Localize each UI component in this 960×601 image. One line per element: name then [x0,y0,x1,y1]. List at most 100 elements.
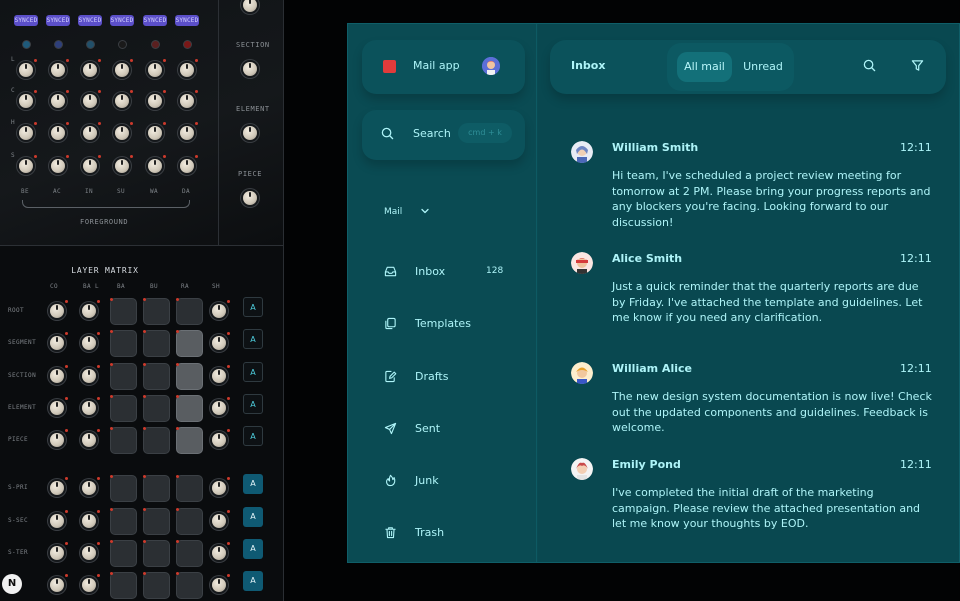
synced-toggle[interactable]: SYNCED [46,15,70,26]
knob[interactable] [212,304,226,318]
layer-assign-button[interactable]: A [243,329,263,349]
knob[interactable] [243,62,257,76]
matrix-pad[interactable] [176,395,203,422]
matrix-pad[interactable] [143,540,170,567]
matrix-pad[interactable] [143,508,170,535]
matrix-pad[interactable] [143,395,170,422]
knob[interactable] [212,336,226,350]
search-box[interactable]: Search cmd + k [362,110,525,160]
knob[interactable] [51,63,65,77]
layer-assign-button[interactable]: A [243,297,263,317]
knob[interactable] [82,369,96,383]
user-avatar[interactable] [482,57,500,75]
sidebar-item-junk[interactable]: Junk [348,466,537,496]
knob[interactable] [148,159,162,173]
matrix-pad[interactable] [143,298,170,325]
matrix-pad[interactable] [143,330,170,357]
knob[interactable] [83,159,97,173]
matrix-pad[interactable] [143,363,170,390]
matrix-pad[interactable] [176,298,203,325]
filter-icon[interactable] [911,59,924,72]
message-item[interactable]: William Smith 12:11 Hi team, I've schedu… [538,141,959,246]
knob[interactable] [180,159,194,173]
knob[interactable] [50,546,64,560]
knob[interactable] [50,481,64,495]
knob[interactable] [243,0,257,12]
matrix-pad[interactable] [110,540,137,567]
knob[interactable] [243,191,257,205]
matrix-pad[interactable] [176,508,203,535]
matrix-pad[interactable] [110,330,137,357]
knob[interactable] [83,94,97,108]
matrix-pad[interactable] [110,572,137,599]
matrix-pad[interactable] [176,540,203,567]
knob[interactable] [19,126,33,140]
knob[interactable] [82,304,96,318]
message-item[interactable]: Emily Pond 12:11 I've completed the init… [538,458,959,562]
knob[interactable] [115,159,129,173]
knob[interactable] [83,63,97,77]
knob[interactable] [50,304,64,318]
knob[interactable] [212,578,226,592]
knob[interactable] [82,546,96,560]
knob[interactable] [83,126,97,140]
matrix-pad[interactable] [110,508,137,535]
tab-unread[interactable]: Unread [740,52,786,82]
sidebar-item-inbox[interactable]: Inbox 128 [348,257,537,287]
knob[interactable] [82,401,96,415]
knob[interactable] [212,401,226,415]
knob[interactable] [51,94,65,108]
app-badge[interactable]: N [2,574,22,594]
matrix-pad[interactable] [110,363,137,390]
knob[interactable] [19,159,33,173]
knob[interactable] [51,126,65,140]
knob[interactable] [19,63,33,77]
chevron-down-icon[interactable] [420,206,430,216]
knob[interactable] [19,94,33,108]
knob[interactable] [212,481,226,495]
matrix-pad[interactable] [176,475,203,502]
synced-toggle[interactable]: SYNCED [110,15,134,26]
account-selector[interactable]: Mail [384,207,402,217]
sidebar-item-sent[interactable]: Sent [348,414,537,444]
matrix-pad[interactable] [176,330,203,357]
synced-toggle[interactable]: SYNCED [143,15,167,26]
knob[interactable] [148,126,162,140]
knob[interactable] [212,514,226,528]
knob[interactable] [212,369,226,383]
knob[interactable] [180,94,194,108]
knob[interactable] [82,481,96,495]
matrix-pad[interactable] [110,475,137,502]
knob[interactable] [50,514,64,528]
matrix-pad[interactable] [176,427,203,454]
sidebar-item-templates[interactable]: Templates [348,309,537,339]
layer-assign-button[interactable]: A [243,474,263,494]
knob[interactable] [82,336,96,350]
matrix-pad[interactable] [143,427,170,454]
knob[interactable] [50,369,64,383]
message-item[interactable]: William Alice 12:11 The new design syste… [538,362,959,467]
knob[interactable] [115,63,129,77]
knob[interactable] [50,433,64,447]
synced-toggle[interactable]: SYNCED [14,15,38,26]
sidebar-item-drafts[interactable]: Drafts [348,362,537,392]
knob[interactable] [115,126,129,140]
message-item[interactable]: Alice Smith 12:11 Just a quick reminder … [538,252,959,357]
layer-assign-button[interactable]: A [243,362,263,382]
synced-toggle[interactable]: SYNCED [175,15,199,26]
knob[interactable] [148,94,162,108]
layer-assign-button[interactable]: A [243,571,263,591]
knob[interactable] [82,578,96,592]
matrix-pad[interactable] [110,298,137,325]
matrix-pad[interactable] [143,475,170,502]
knob[interactable] [50,336,64,350]
layer-assign-button[interactable]: A [243,539,263,559]
app-switcher[interactable]: Mail app [362,40,525,94]
layer-assign-button[interactable]: A [243,426,263,446]
matrix-pad[interactable] [110,395,137,422]
matrix-pad[interactable] [143,572,170,599]
tab-all-mail[interactable]: All mail [677,52,732,82]
knob[interactable] [82,514,96,528]
layer-assign-button[interactable]: A [243,394,263,414]
knob[interactable] [51,159,65,173]
